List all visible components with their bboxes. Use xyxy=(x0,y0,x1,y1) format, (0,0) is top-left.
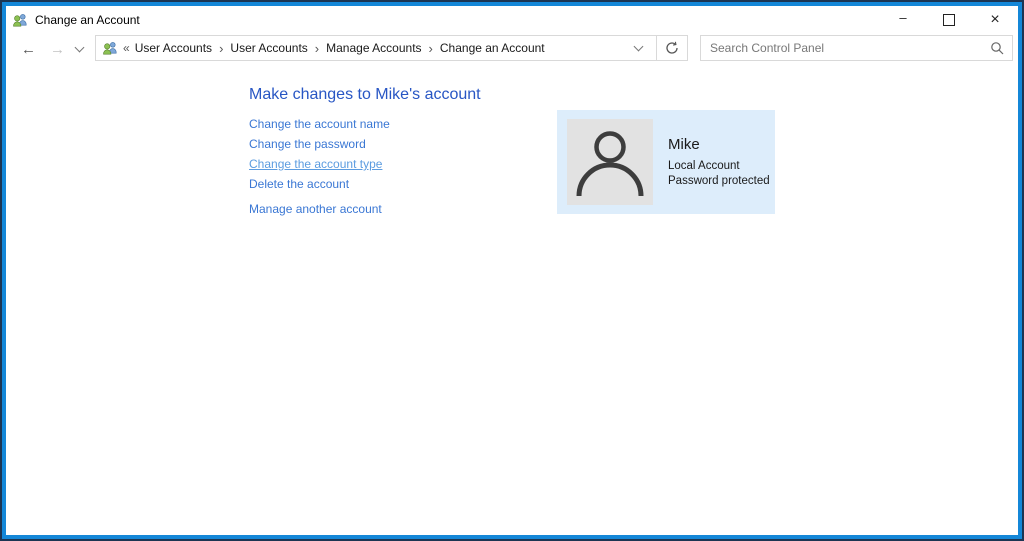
link-manage-another-account[interactable]: Manage another account xyxy=(249,202,390,214)
minimize-button[interactable]: – xyxy=(880,6,926,33)
window-title: Change an Account xyxy=(35,13,140,27)
user-accounts-app-icon xyxy=(12,12,28,28)
breadcrumb-separator-icon[interactable]: › xyxy=(215,41,227,56)
control-panel-window: Change an Account – × ← → ↑ « User Accou… xyxy=(6,6,1018,535)
breadcrumb-overflow-chevrons[interactable]: « xyxy=(123,41,132,55)
search-icon[interactable] xyxy=(990,41,1004,55)
account-tile[interactable]: Mike Local Account Password protected xyxy=(557,110,775,214)
recent-pages-chevron-icon[interactable] xyxy=(75,42,85,52)
breadcrumb-separator-icon[interactable]: › xyxy=(311,41,323,56)
window-controls: – × xyxy=(880,6,1018,33)
user-silhouette-icon xyxy=(567,119,653,205)
close-button[interactable]: × xyxy=(972,6,1018,33)
breadcrumb-separator-icon[interactable]: › xyxy=(425,41,437,56)
avatar xyxy=(567,119,653,205)
search-input[interactable] xyxy=(701,41,990,55)
window-frame: Change an Account – × ← → ↑ « User Accou… xyxy=(2,2,1022,539)
address-dropdown-button[interactable] xyxy=(621,36,657,60)
refresh-icon xyxy=(665,41,679,55)
maximize-icon xyxy=(943,14,955,26)
forward-button[interactable]: → xyxy=(43,41,72,58)
maximize-button[interactable] xyxy=(926,6,972,33)
page-title: Make changes to Mike's account xyxy=(249,86,481,104)
account-type: Local Account xyxy=(668,159,770,174)
link-delete-account[interactable]: Delete the account xyxy=(249,177,390,189)
account-status: Password protected xyxy=(668,174,770,189)
back-button[interactable]: ← xyxy=(14,41,43,58)
user-accounts-breadcrumb-icon xyxy=(102,40,118,56)
navigation-toolbar: ← → ↑ « User Accounts › User Accounts › … xyxy=(6,33,1018,65)
task-links: Change the account name Change the passw… xyxy=(249,117,390,222)
breadcrumb-item-change-an-account[interactable]: Change an Account xyxy=(437,41,548,55)
main-content: Make changes to Mike's account Change th… xyxy=(6,65,1018,535)
breadcrumb-item-user-accounts-1[interactable]: User Accounts xyxy=(132,41,215,55)
refresh-button[interactable] xyxy=(657,36,687,60)
account-info: Mike Local Account Password protected xyxy=(668,136,770,189)
account-name: Mike xyxy=(668,136,770,153)
address-bar[interactable]: « User Accounts › User Accounts › Manage… xyxy=(95,35,688,61)
address-bar-right xyxy=(621,36,687,60)
link-change-account-type[interactable]: Change the account type xyxy=(249,157,390,169)
link-change-account-name[interactable]: Change the account name xyxy=(249,117,390,129)
breadcrumb: « User Accounts › User Accounts › Manage… xyxy=(123,41,548,56)
chevron-down-icon xyxy=(634,41,644,51)
close-icon: × xyxy=(990,11,999,29)
minimize-icon: – xyxy=(899,10,906,25)
breadcrumb-item-manage-accounts[interactable]: Manage Accounts xyxy=(323,41,424,55)
titlebar: Change an Account – × xyxy=(6,6,1018,33)
link-change-password[interactable]: Change the password xyxy=(249,137,390,149)
search-box xyxy=(700,35,1013,61)
breadcrumb-item-user-accounts-2[interactable]: User Accounts xyxy=(227,41,310,55)
